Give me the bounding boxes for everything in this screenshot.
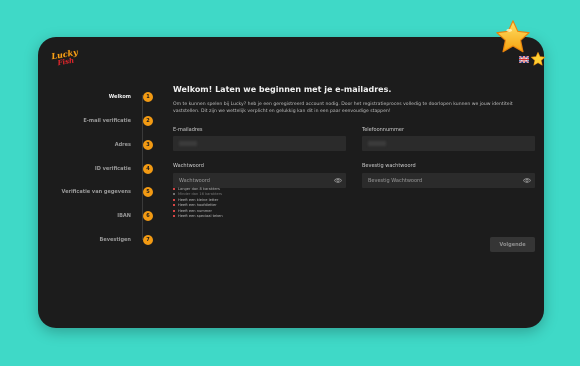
step-label: E-mail verificatie (83, 118, 131, 124)
email-label: E-mailadres (173, 127, 203, 133)
requirement-text: Langer dan 8 karakters (178, 186, 220, 191)
step-adres[interactable]: Adres 3 (115, 139, 153, 151)
confirm-password-field[interactable]: Bevestig Wachtwoord (362, 173, 535, 188)
email-value-masked (179, 141, 197, 146)
step-number: 1 (143, 92, 153, 102)
requirement-status-icon (173, 198, 175, 201)
phone-field[interactable] (362, 136, 535, 151)
requirement-item: Minder dan 16 karakters (173, 192, 223, 198)
requirement-status-icon (173, 187, 175, 190)
next-button[interactable]: Volgende (490, 237, 535, 252)
eye-icon[interactable] (523, 177, 531, 184)
step-label: Adres (114, 142, 131, 148)
intro-text: Om te kunnen spelen bij Lucky? heb je ee… (173, 102, 513, 114)
step-email-verificatie[interactable]: E-mail verificatie 2 (83, 115, 153, 127)
password-placeholder: Wachtwoord (179, 177, 210, 184)
email-field[interactable] (173, 136, 346, 151)
requirement-status-icon (173, 215, 175, 218)
step-number: 3 (143, 140, 153, 150)
requirement-item: Heeft een kleine letter (173, 197, 223, 203)
star-icon (530, 51, 546, 66)
page-title: Welkom! Laten we beginnen met je e-maila… (173, 85, 392, 94)
step-id-verificatie[interactable]: ID verificatie 4 (95, 163, 153, 175)
requirement-item: Heeft een hoofdletter (173, 203, 223, 209)
step-label: Verificatie van gegevens (61, 189, 131, 195)
step-number: 6 (143, 211, 153, 221)
password-requirements: Langer dan 8 karakters Minder dan 16 kar… (173, 186, 223, 219)
requirement-text: Minder dan 16 karakters (178, 192, 223, 197)
step-iban[interactable]: IBAN 6 (117, 210, 153, 222)
requirement-text: Heeft een speciaal teken (178, 214, 223, 219)
requirement-text: Heeft een nummer (178, 208, 212, 213)
requirement-status-icon (173, 209, 175, 212)
phone-value-masked (368, 141, 386, 146)
step-welkom[interactable]: Welkom 1 (109, 91, 153, 103)
star-icon (496, 20, 530, 53)
registration-window: Lucky Fish Welkom 1 E-mail verificatie 2… (38, 37, 544, 328)
password-label: Wachtwoord (173, 163, 204, 169)
step-verificatie-gegevens[interactable]: Verificatie van gegevens 5 (61, 186, 153, 198)
requirement-text: Heeft een hoofdletter (178, 203, 217, 208)
step-number: 4 (143, 164, 153, 174)
eye-icon[interactable] (334, 177, 342, 184)
requirement-status-icon (173, 204, 175, 207)
requirement-status-icon (173, 193, 175, 196)
step-navigation: Welkom 1 E-mail verificatie 2 Adres 3 ID… (38, 37, 153, 328)
main-content: Welkom! Laten we beginnen met je e-maila… (173, 85, 535, 115)
step-number: 2 (143, 116, 153, 126)
step-number: 5 (143, 187, 153, 197)
requirement-item: Heeft een speciaal teken (173, 214, 223, 220)
requirement-text: Heeft een kleine letter (178, 197, 219, 202)
confirm-password-placeholder: Bevestig Wachtwoord (368, 177, 423, 184)
step-label: IBAN (117, 213, 131, 219)
phone-label: Telefoonnummer (362, 127, 405, 133)
uk-flag-icon[interactable] (519, 56, 529, 63)
requirement-item: Langer dan 8 karakters (173, 186, 223, 192)
step-label: ID verificatie (94, 166, 131, 172)
step-label: Welkom (108, 94, 131, 100)
step-number: 7 (143, 235, 153, 245)
step-label: Bevestigen (99, 237, 131, 243)
step-bevestigen[interactable]: Bevestigen 7 (100, 234, 153, 246)
confirm-password-label: Bevestig wachtwoord (362, 163, 416, 169)
